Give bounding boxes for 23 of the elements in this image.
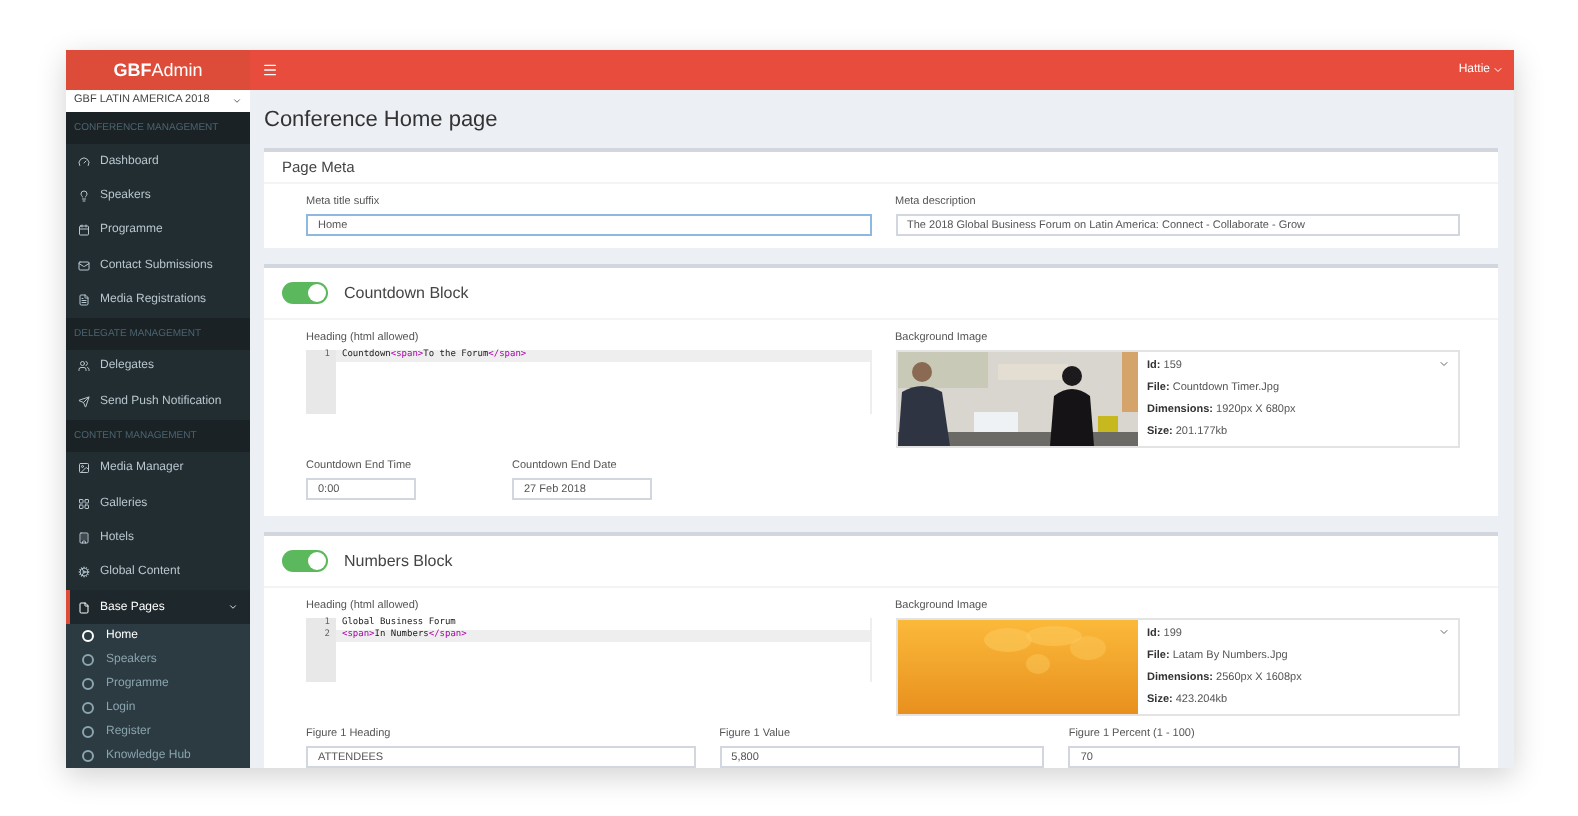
toggle-switch[interactable] [282,550,328,572]
nav-icon [78,155,90,168]
caret-icon [1492,64,1504,76]
nav-icon [78,189,90,202]
caret-icon [1438,626,1450,638]
nav-icon [78,259,90,272]
nav-icon [78,224,90,237]
block-title: Numbers Block [344,552,453,570]
caret-icon [1438,358,1450,370]
nav-icon [78,497,90,510]
nav-icon [78,294,90,307]
nav-icon [78,360,90,373]
page-title: Conference Home page [264,106,500,132]
brand-logo: GBFAdmin [113,60,203,80]
caret-icon [232,95,242,106]
nav-icon [78,395,90,408]
menu-icon[interactable] [262,62,278,78]
block-title: Countdown Block [344,284,469,302]
nav-icon [78,531,90,544]
toggle-switch[interactable] [282,282,328,304]
nav-icon [78,601,90,614]
nav-icon [78,462,90,475]
nav-icon [78,566,90,579]
